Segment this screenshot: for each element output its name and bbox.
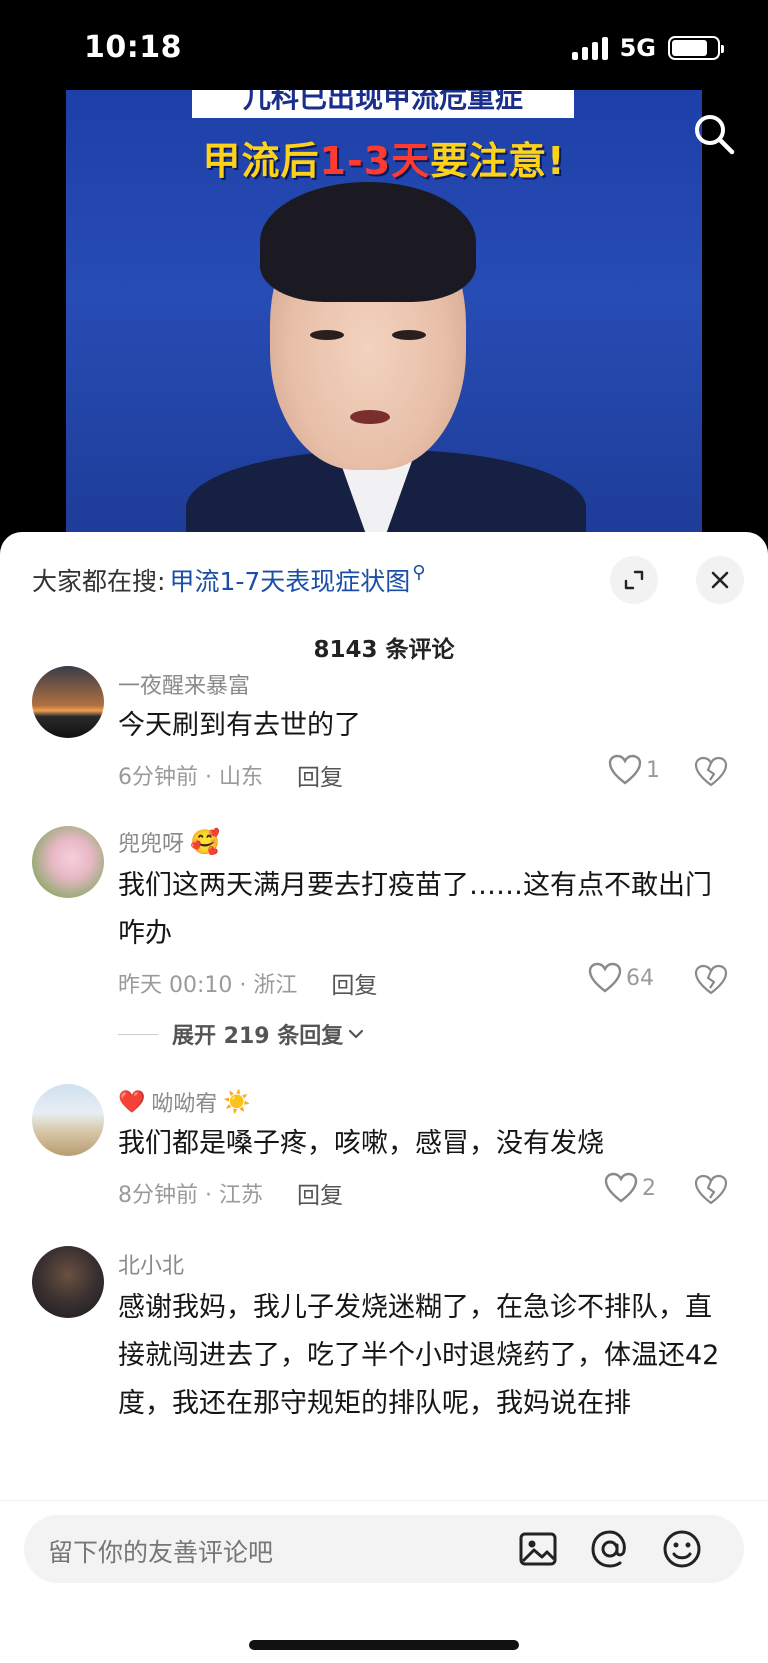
like-button[interactable]: 1 (608, 754, 660, 786)
comment-input[interactable]: 留下你的友善评论吧 (24, 1515, 744, 1583)
anchor-hair (260, 182, 476, 302)
like-count: 1 (646, 757, 660, 783)
suggest-query-link[interactable]: 甲流1-7天表现症状图 (169, 562, 410, 598)
status-indicators: 5G (571, 34, 724, 62)
video-headline: 甲流后1-3天要注意! (66, 130, 702, 185)
username-text: 呦呦宥 (151, 1092, 218, 1117)
heart-icon (608, 754, 642, 785)
heart-icon (588, 962, 622, 993)
status-time: 10:18 (84, 30, 182, 65)
comment-sheet: 大家都在搜: 甲流1-7天表现症状图 ⚲ 8143 条评论 一夜醒来暴富 今天刷… (0, 532, 768, 1663)
comment-text: 我们这两天满月要去打疫苗了……这有点不敢出门咋办 (118, 870, 712, 949)
search-small-icon: ⚲ (412, 561, 426, 583)
username-text: 一夜醒来暴富 (118, 674, 251, 699)
image-icon[interactable] (514, 1525, 562, 1573)
like-count: 64 (626, 965, 654, 991)
reply-button[interactable]: 回复 (297, 758, 343, 792)
comment-username[interactable]: 兜兜呀 🥰 (118, 826, 220, 858)
avatar[interactable] (32, 826, 104, 898)
expand-replies-label: 展开 219 条回复 (172, 1024, 344, 1049)
suggest-label: 大家都在搜: (32, 567, 166, 596)
like-button[interactable]: 2 (604, 1172, 656, 1204)
avatar[interactable] (32, 1084, 104, 1156)
anchor-eye (310, 330, 344, 340)
at-icon[interactable] (586, 1525, 634, 1573)
avatar[interactable] (32, 666, 104, 738)
video-banner-top: 儿科已出现甲流危重症 (192, 90, 574, 118)
broken-heart-icon[interactable] (694, 756, 728, 788)
comment-time-location: 昨天 00:10 · 浙江 (118, 973, 298, 998)
comment-input-bar: 留下你的友善评论吧 (0, 1500, 768, 1663)
home-indicator[interactable] (249, 1640, 519, 1650)
comment-meta: 昨天 00:10 · 浙江 回复 (118, 966, 377, 1000)
chevron-down-icon (349, 1029, 364, 1039)
reply-button[interactable]: 回复 (297, 1176, 343, 1210)
comment-count: 8143 条评论 (313, 637, 455, 663)
close-icon (711, 571, 729, 589)
divider (118, 1033, 158, 1035)
comment-input-placeholder: 留下你的友善评论吧 (48, 1538, 274, 1567)
broken-heart-icon[interactable] (694, 1174, 728, 1206)
username-emoji: 🥰 (190, 828, 220, 856)
comment-text: 我们都是嗓子疼，咳嗽，感冒，没有发烧 (118, 1128, 604, 1159)
like-button[interactable]: 64 (588, 962, 654, 994)
expand-icon (624, 570, 644, 590)
username-prefix: ❤️ (118, 1089, 146, 1115)
network-type: 5G (619, 34, 656, 62)
headline-part2: 要注意! (430, 139, 566, 183)
comment-meta: 6分钟前 · 山东 回复 (118, 758, 343, 792)
search-suggestion: 大家都在搜: 甲流1-7天表现症状图 ⚲ (32, 562, 425, 598)
comment-username[interactable]: 北小北 (118, 1248, 184, 1280)
video-frame: 儿科已出现甲流危重症 甲流后1-3天要注意! (66, 90, 702, 540)
heart-icon (604, 1172, 638, 1203)
video-player[interactable]: 儿科已出现甲流危重症 甲流后1-3天要注意! (0, 90, 768, 540)
broken-heart-icon[interactable] (694, 964, 728, 996)
status-bar: 10:18 5G (0, 0, 768, 90)
comment-text: 感谢我妈，我儿子发烧迷糊了，在急诊不排队，直接就闯进去了，吃了半个小时退烧药了，… (118, 1292, 720, 1419)
comment-username[interactable]: ❤️ 呦呦宥 ☀️ (118, 1086, 251, 1118)
search-icon[interactable] (690, 110, 738, 158)
username-text: 北小北 (118, 1254, 185, 1279)
close-button[interactable] (696, 556, 744, 604)
expand-button[interactable] (610, 556, 658, 604)
comment-username[interactable]: 一夜醒来暴富 (118, 668, 250, 700)
avatar[interactable] (32, 1246, 104, 1318)
battery-icon (668, 36, 724, 60)
comment-time-location: 8分钟前 · 江苏 (118, 1183, 263, 1208)
anchor-mouth (350, 410, 390, 424)
reply-button[interactable]: 回复 (331, 966, 377, 1000)
headline-red: 1-3天 (319, 139, 431, 183)
headline-part1: 甲流后 (202, 139, 320, 183)
comment-text: 今天刷到有去世的了 (118, 710, 361, 741)
comment-meta: 8分钟前 · 江苏 回复 (118, 1176, 343, 1210)
username-text: 兜兜呀 (118, 832, 185, 857)
smiley-icon[interactable] (658, 1525, 706, 1573)
anchor-eye (392, 330, 426, 340)
signal-icon (571, 36, 608, 60)
username-emoji: ☀️ (223, 1089, 251, 1115)
like-count: 2 (642, 1175, 656, 1201)
comment-time-location: 6分钟前 · 山东 (118, 765, 263, 790)
expand-replies-button[interactable]: 展开 219 条回复 (118, 1018, 365, 1050)
